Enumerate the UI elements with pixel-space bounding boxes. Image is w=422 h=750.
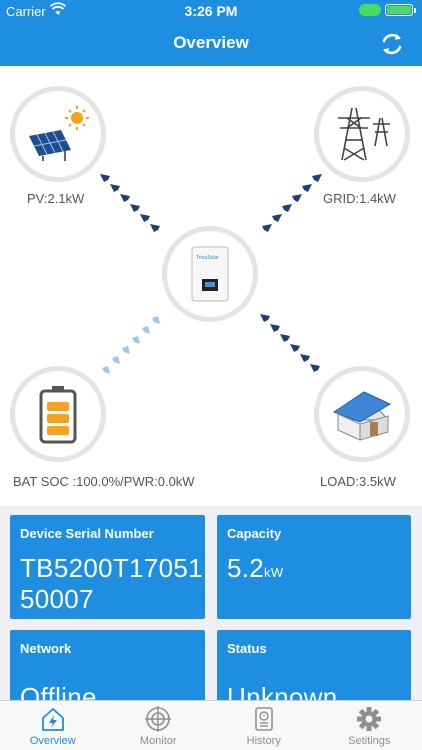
status-title: Status xyxy=(227,641,267,656)
tab-history-label: History xyxy=(246,735,281,747)
network-value: Offline xyxy=(20,682,97,700)
serial-number-line2: 50007 xyxy=(20,584,94,614)
battery-node[interactable] xyxy=(10,366,106,462)
pv-power-label: PV:2.1kW xyxy=(27,191,85,206)
page-title: Overview xyxy=(173,33,249,52)
capacity-card: Capacity 5.2kW xyxy=(217,515,411,619)
power-tower-icon xyxy=(338,107,390,161)
history-document-icon xyxy=(254,707,273,731)
tab-history[interactable]: History xyxy=(211,701,317,750)
tab-overview-label: Overview xyxy=(29,735,76,747)
load-node[interactable] xyxy=(314,366,410,462)
battery-icon xyxy=(39,386,77,444)
serial-number-card: Device Serial Number TB5200T17051 50007 xyxy=(10,515,205,619)
capacity-title: Capacity xyxy=(227,526,282,541)
nav-bar: Overview xyxy=(0,22,422,66)
status-card: Status Unknown xyxy=(217,630,411,700)
grid-node[interactable] xyxy=(314,86,410,182)
network-title: Network xyxy=(20,641,72,656)
status-value: Unknown xyxy=(227,682,338,700)
inverter-icon: TrinaSolar xyxy=(191,246,229,302)
pv-to-inverter-flow-arrows xyxy=(100,174,160,232)
battery-icon xyxy=(359,4,416,16)
info-cards: Device Serial Number TB5200T17051 50007 … xyxy=(0,506,422,700)
load-power-label: LOAD:3.5kW xyxy=(320,474,396,489)
serial-number-title: Device Serial Number xyxy=(20,526,154,541)
status-bar: Carrier 3:26 PM xyxy=(0,0,422,22)
refresh-icon[interactable] xyxy=(378,30,406,58)
network-card: Network Offline xyxy=(10,630,205,700)
inverter-brand-text: TrinaSolar xyxy=(196,255,219,261)
capacity-value: 5.2kW xyxy=(227,553,283,588)
serial-number-value: TB5200T17051 50007 xyxy=(20,553,203,615)
inverter-node[interactable]: TrinaSolar xyxy=(162,226,258,322)
home-bolt-icon xyxy=(41,708,64,731)
solar-panel-icon xyxy=(29,106,89,161)
pv-node[interactable] xyxy=(10,86,106,182)
gear-icon xyxy=(357,707,382,731)
tab-settings[interactable]: Setitings xyxy=(317,701,422,750)
capacity-number: 5.2 xyxy=(227,553,265,583)
inverter-to-load-flow-arrows xyxy=(260,314,320,372)
energy-flow-diagram: PV:2.1kW GRID:1.4kW TrinaSolar BAT SOC:… xyxy=(0,66,422,506)
tab-monitor[interactable]: Monitor xyxy=(106,701,212,750)
tab-settings-label: Setitings xyxy=(348,735,391,747)
charging-indicator-icon xyxy=(359,4,381,16)
tab-monitor-label: Monitor xyxy=(139,735,177,747)
battery-status-label: BAT SOC :100.0%/PWR:0.0kW xyxy=(13,474,195,489)
grid-power-label: GRID:1.4kW xyxy=(323,191,396,206)
inverter-to-battery-flow-arrows xyxy=(102,316,160,374)
capacity-unit: kW xyxy=(264,565,284,580)
house-icon xyxy=(332,391,392,441)
serial-number-line1: TB5200T17051 xyxy=(20,553,203,583)
tab-bar: Overview Monitor History Setitings xyxy=(0,700,422,750)
target-icon xyxy=(145,706,172,732)
grid-to-inverter-flow-arrows xyxy=(262,174,322,232)
tab-overview[interactable]: Overview xyxy=(0,701,106,750)
